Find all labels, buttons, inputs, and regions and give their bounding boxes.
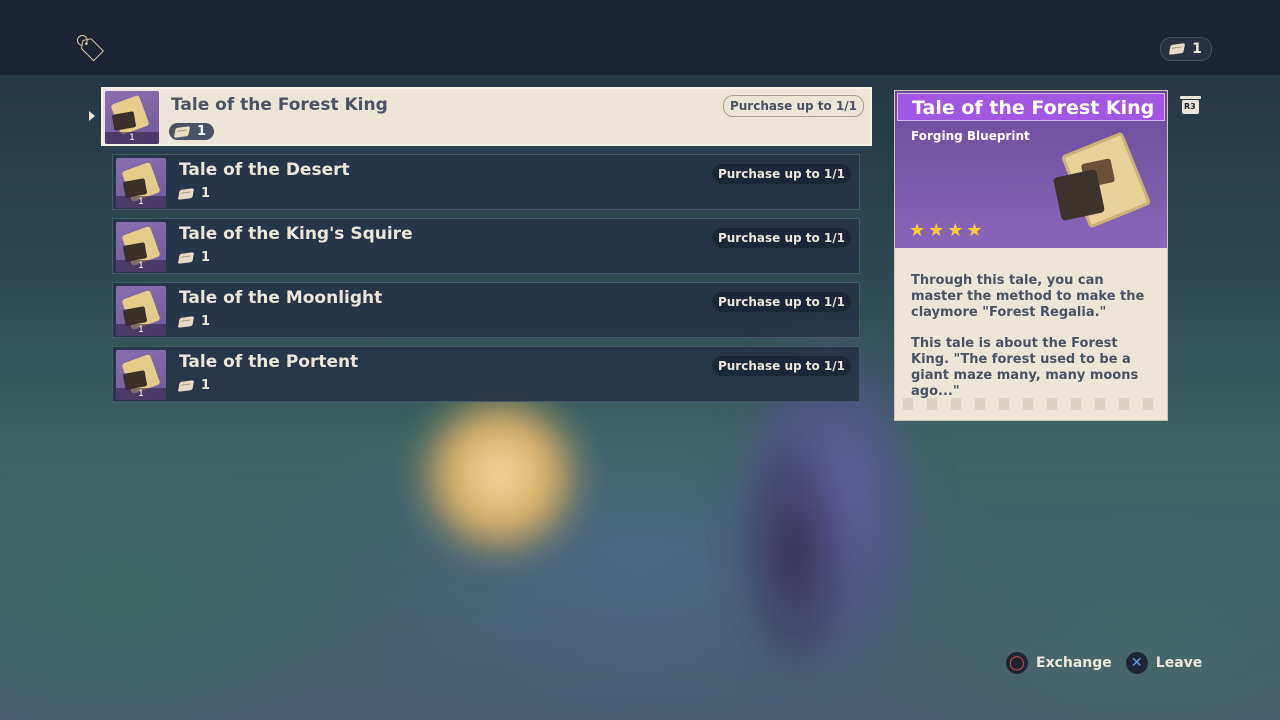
item-price: 1 [177,378,211,393]
detail-description: Through this tale, you can master the me… [911,273,1159,415]
star-icon: ★ [966,220,983,241]
thumbnail-quantity: 1 [116,260,166,272]
blueprint-artwork [1052,131,1153,233]
shop-item-kings-squire[interactable]: 1 Tale of the King's Squire 1 Purchase u… [112,218,860,274]
purchase-limit-badge: Purchase up to 1/1 [711,164,851,184]
item-price: 1 [177,314,211,329]
shop-item-portent[interactable]: 1 Tale of the Portent 1 Purchase up to 1… [112,346,860,402]
item-price: 1 [169,123,215,140]
description-paragraph: Through this tale, you can master the me… [911,273,1145,320]
detail-item-name: Tale of the Forest King [912,97,1155,119]
scroll-icon [177,379,195,392]
r3-label: R3 [1184,102,1196,111]
decorative-pattern [903,398,1161,410]
cross-button-icon: ✕ [1125,652,1148,674]
description-paragraph: This tale is about the Forest King. "The… [911,336,1139,399]
star-icon: ★ [909,220,926,241]
scroll-icon [173,125,191,138]
item-thumbnail: 1 [105,91,159,144]
item-price: 1 [177,250,211,265]
purchase-limit-badge: Purchase up to 1/1 [711,228,851,248]
scroll-icon [177,187,195,200]
item-thumbnail: 1 [116,158,166,208]
background-glow-yellow [425,400,575,550]
item-title: Tale of the King's Squire [179,224,413,244]
purchase-limit-badge: Purchase up to 1/1 [711,292,851,312]
star-icon: ★ [928,220,945,241]
star-icon: ★ [947,220,964,241]
currency-counter: 1 [1160,37,1212,61]
shop-item-forest-king[interactable]: 1 Tale of the Forest King 1 Purchase up … [101,87,872,146]
rarity-stars: ★ ★ ★ ★ [909,222,983,240]
exchange-hint[interactable]: ◯ Exchange [1006,652,1112,674]
scroll-icon [1168,43,1186,55]
top-bar: 🏷 1 [0,0,1280,75]
thumbnail-quantity: 1 [116,388,166,400]
item-price: 1 [177,186,211,201]
purchase-limit-badge: Purchase up to 1/1 [722,95,864,117]
detail-name-bar: Tale of the Forest King [897,93,1165,121]
r3-detail-button[interactable]: R3 [1180,94,1202,116]
currency-amount: 1 [1192,41,1202,57]
shop-item-moonlight[interactable]: 1 Tale of the Moonlight 1 Purchase up to… [112,282,860,338]
thumbnail-quantity: 1 [116,324,166,336]
thumbnail-quantity: 1 [105,132,159,144]
selection-cursor-icon [89,111,95,121]
item-title: Tale of the Desert [179,160,350,180]
item-thumbnail: 1 [116,350,166,400]
item-detail-card: Tale of the Forest King Forging Blueprin… [894,90,1168,421]
shop-item-desert[interactable]: 1 Tale of the Desert 1 Purchase up to 1/… [112,154,860,210]
circle-button-icon: ◯ [1006,652,1028,674]
price-amount: 1 [201,250,211,265]
item-title: Tale of the Moonlight [179,288,383,308]
thumbnail-quantity: 1 [116,196,166,208]
scroll-icon [177,315,195,328]
price-amount: 1 [201,378,211,393]
detail-item-type: Forging Blueprint [911,129,1030,143]
price-amount: 1 [201,314,211,329]
item-thumbnail: 1 [116,286,166,336]
price-amount: 1 [201,186,211,201]
background-figure [740,420,850,680]
button-hints: ◯ Exchange ✕ Leave [1006,652,1202,674]
leave-label: Leave [1155,655,1203,671]
purchase-limit-badge: Purchase up to 1/1 [711,356,851,376]
price-amount: 1 [197,124,207,139]
price-tag-icon: 🏷 [74,34,108,64]
leave-hint[interactable]: ✕ Leave [1125,652,1203,674]
detail-header: Tale of the Forest King Forging Blueprin… [895,91,1167,248]
exchange-label: Exchange [1036,655,1112,671]
item-title: Tale of the Portent [179,352,359,372]
scroll-icon [177,251,195,264]
item-title: Tale of the Forest King [171,95,388,115]
item-thumbnail: 1 [116,222,166,272]
